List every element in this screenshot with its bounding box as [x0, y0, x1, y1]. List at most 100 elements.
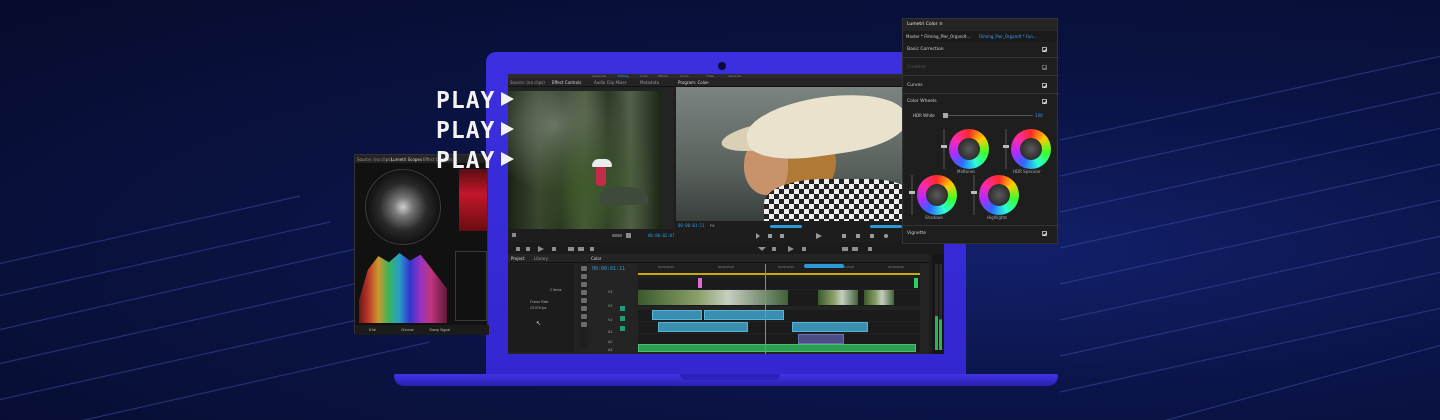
tab-lumetri-scopes[interactable]: Lumetri Scopes — [391, 157, 422, 162]
wheel-label: Midtones — [957, 169, 976, 174]
work-area-bar[interactable] — [638, 273, 920, 275]
track-label: V2 — [608, 304, 613, 308]
track-label: V3 — [608, 290, 613, 294]
shadows-slider[interactable] — [909, 175, 915, 215]
color-wheel-shadows[interactable] — [917, 175, 957, 215]
tab-program[interactable]: Program: Color — [678, 80, 708, 85]
track-a1 — [638, 310, 920, 321]
video-clip[interactable] — [864, 290, 894, 305]
project-bin[interactable]: 2 Items Frame Rate 23.976 fps ↖ — [508, 264, 574, 352]
source-transport-icons[interactable] — [512, 232, 632, 239]
tab-metadata[interactable]: Metadata — [640, 80, 659, 85]
color-wheel-hdr-specular[interactable] — [1011, 129, 1051, 169]
webcam-icon — [718, 62, 726, 70]
tab-effect-controls[interactable]: Effect Controls — [552, 80, 581, 85]
color-wheel-midtones[interactable] — [949, 129, 989, 169]
timeline-header: Color — [579, 254, 929, 263]
person-figure — [596, 166, 606, 186]
ripple-tool-icon[interactable] — [581, 282, 587, 287]
play-triangle-icon — [501, 92, 515, 106]
type-tool-icon[interactable] — [581, 322, 587, 327]
frame-rate-label: Frame Rate — [530, 300, 549, 304]
checkered-coat — [764, 179, 902, 221]
pen-tool-icon[interactable] — [581, 306, 587, 311]
program-transport-icons[interactable] — [756, 233, 896, 240]
panel-menu-icon[interactable]: ≡ — [939, 22, 943, 27]
selection-tool-icon[interactable] — [581, 266, 587, 271]
audio-clip[interactable] — [652, 310, 702, 320]
in-out-marker[interactable] — [870, 225, 902, 228]
clamp-signal-toggle[interactable]: Clamp Signal — [429, 328, 450, 332]
music-clip[interactable] — [638, 344, 916, 352]
fit-dropdown[interactable]: Fit — [710, 223, 714, 228]
audio-clip[interactable] — [704, 310, 784, 320]
rgb-parade — [459, 169, 487, 231]
waveform-scope — [359, 253, 447, 323]
section-vignette[interactable]: Vignette — [907, 231, 926, 236]
audio-clip[interactable] — [792, 322, 868, 332]
checkbox-creative[interactable] — [1042, 65, 1047, 70]
audio-clip[interactable] — [798, 334, 844, 344]
chroma-toggle[interactable]: Chroma — [401, 328, 413, 332]
track-target-toggle[interactable] — [620, 326, 625, 331]
source-video-frame[interactable] — [508, 91, 661, 229]
hdr-white-label: HDR White — [913, 113, 935, 118]
hdr-specular-slider[interactable] — [1003, 129, 1009, 169]
project-panel: Project Library 2 Items Frame Rate 23.97… — [508, 254, 578, 354]
video-clip[interactable] — [818, 290, 858, 305]
program-menu-icon[interactable]: ≡ — [706, 80, 709, 85]
hand-tool-icon[interactable] — [581, 314, 587, 319]
hdr-white-slider[interactable] — [943, 115, 1033, 116]
track-a4 — [638, 344, 920, 352]
tab-source[interactable]: Source: (no clips) — [357, 157, 392, 162]
checkbox-vignette[interactable] — [1042, 231, 1047, 236]
track-target-toggle[interactable] — [620, 316, 625, 321]
ruler-tick: 00:00:00:00 — [658, 265, 674, 269]
clip-selector: Master * Filming_Pier_Organdt... Filming… — [903, 31, 1057, 42]
frame-rate-value: 23.976 fps — [530, 306, 547, 310]
tab-audio-mixer[interactable]: Audio Clip Mixer — [594, 80, 626, 85]
section-curves[interactable]: Curves — [907, 83, 923, 88]
hdr-white-handle[interactable] — [943, 113, 948, 118]
highlights-slider[interactable] — [971, 175, 977, 215]
tab-library[interactable]: Library — [534, 256, 548, 261]
time-ruler[interactable]: 00:00:00:00 00:00:05:00 00:00:10:00 00:0… — [638, 264, 920, 277]
audio-clip[interactable] — [658, 322, 748, 332]
razor-tool-icon[interactable] — [581, 290, 587, 295]
source-clip-label[interactable]: Filming_Pier_Organdt * Fun... — [979, 34, 1037, 39]
hat-shape — [742, 87, 902, 166]
tab-source[interactable]: Source: (no clips) — [510, 80, 545, 85]
track-select-tool-icon[interactable] — [581, 274, 587, 279]
hdr-white-value[interactable]: 100 — [1035, 113, 1043, 118]
audio-meter — [932, 254, 944, 354]
histogram-frame — [455, 251, 487, 321]
tab-project[interactable]: Project — [511, 256, 525, 261]
track-a2 — [638, 322, 920, 333]
checkbox-basic-correction[interactable] — [1042, 47, 1047, 52]
track-target-toggle[interactable] — [620, 306, 625, 311]
section-basic-correction[interactable]: Basic Correction — [907, 47, 944, 52]
tab-sequence[interactable]: Color — [591, 256, 601, 261]
lumetri-color-panel: Lumetri Color ≡ Master * Filming_Pier_Or… — [902, 18, 1059, 244]
marker[interactable] — [804, 264, 844, 268]
checkbox-curves[interactable] — [1042, 83, 1047, 88]
timeline-timecode: 00:00:01:11 — [592, 266, 626, 272]
ruler-tick: 00:00:10:00 — [778, 265, 794, 269]
playhead[interactable] — [765, 264, 766, 354]
umbrella-shape — [592, 159, 612, 167]
laptop-notch — [680, 374, 780, 380]
color-wheel-highlights[interactable] — [979, 175, 1019, 215]
clip-marker[interactable] — [698, 278, 702, 288]
section-color-wheels[interactable]: Color Wheels — [907, 99, 937, 104]
program-video-frame[interactable] — [676, 87, 902, 221]
section-creative[interactable]: Creative — [907, 65, 926, 70]
track-label: A2 — [608, 340, 613, 344]
in-out-marker[interactable] — [770, 225, 802, 228]
midtones-slider[interactable] — [941, 129, 947, 169]
wheel-label: HDR Specular — [1013, 169, 1041, 174]
bit-depth-toggle[interactable]: 8 bit — [369, 328, 376, 332]
slip-tool-icon[interactable] — [581, 298, 587, 303]
checkbox-color-wheels[interactable] — [1042, 99, 1047, 104]
master-clip-label[interactable]: Master * Filming_Pier_Organdt... — [906, 34, 970, 39]
clip-marker[interactable] — [914, 278, 918, 288]
